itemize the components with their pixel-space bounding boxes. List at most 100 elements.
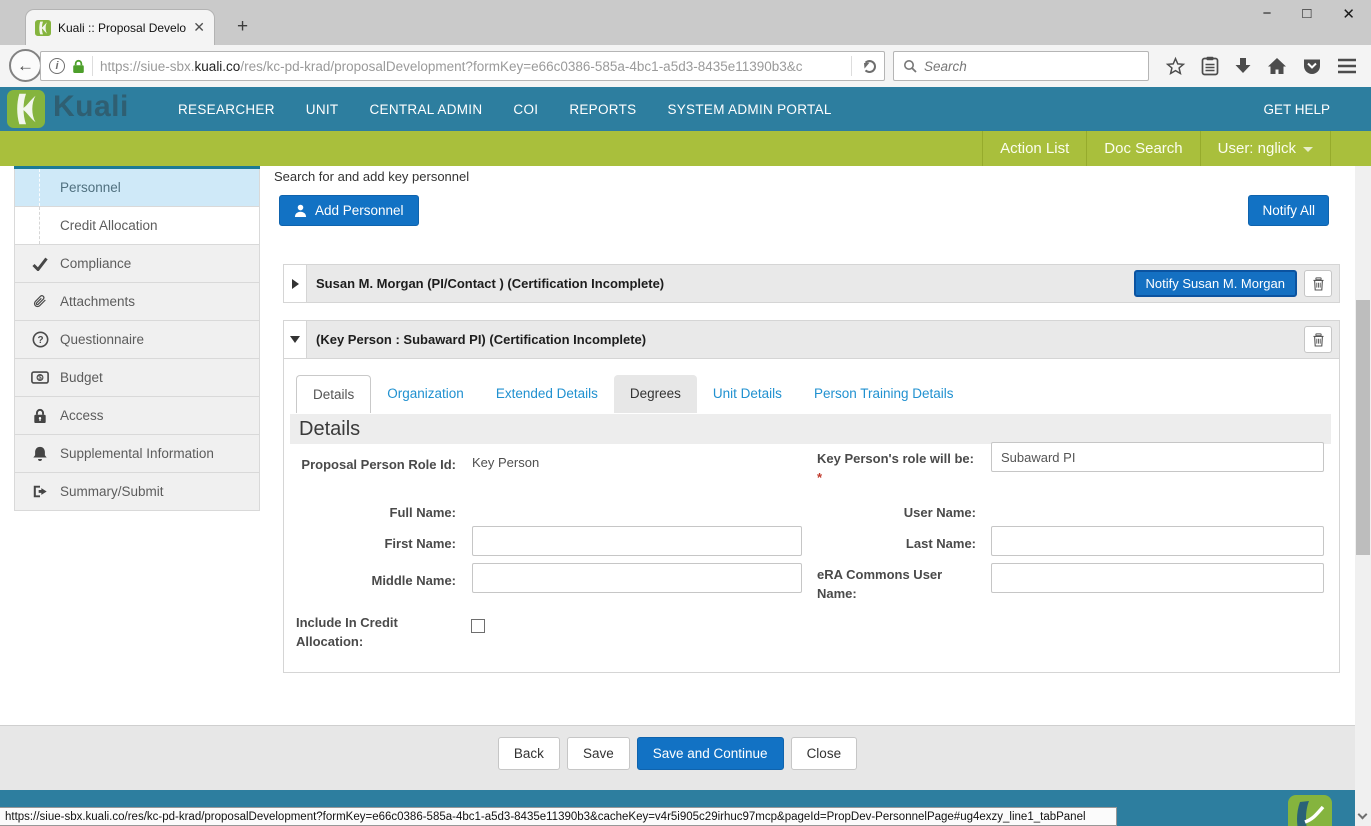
money-icon: $	[31, 371, 49, 384]
notify-person-button[interactable]: Notify Susan M. Morgan	[1134, 270, 1297, 297]
titlebar: Kuali :: Proposal Developme ✕ + − □ ✕	[0, 0, 1371, 45]
info-icon[interactable]: i	[49, 58, 65, 74]
bookmark-star-icon[interactable]	[1165, 56, 1186, 77]
key-person-role-input[interactable]	[991, 442, 1324, 472]
new-tab-button[interactable]: +	[237, 16, 248, 38]
scrollbar-thumb[interactable]	[1356, 300, 1370, 555]
last-name-input[interactable]	[991, 526, 1324, 556]
reload-icon[interactable]	[863, 60, 876, 73]
close-button[interactable]: ✕	[1342, 5, 1355, 23]
back-nav-button[interactable]: ←	[9, 49, 42, 82]
person-row-key-person: (Key Person : Subaward PI) (Certificatio…	[283, 320, 1340, 359]
menu-icon[interactable]	[1337, 58, 1357, 74]
disclosure-triangle-icon	[292, 279, 299, 289]
get-help-link[interactable]: GET HELP	[1263, 87, 1330, 131]
doc-search-link[interactable]: Doc Search	[1086, 131, 1199, 166]
scrollbar-down-arrow[interactable]	[1358, 810, 1368, 820]
app-header: Kuali RESEARCHER UNIT CENTRAL ADMIN COI …	[0, 87, 1371, 131]
sidebar-item-questionnaire[interactable]: ? Questionnaire	[14, 321, 260, 359]
lock-icon	[31, 408, 49, 424]
tab-degrees[interactable]: Degrees	[614, 375, 697, 413]
sidebar-item-access[interactable]: Access	[14, 397, 260, 435]
sidebar-item-compliance[interactable]: Compliance	[14, 245, 260, 283]
action-list-link[interactable]: Action List	[982, 131, 1086, 166]
divider	[92, 56, 93, 76]
field-value-proposal-person-role-id: Key Person	[472, 455, 539, 470]
era-commons-input[interactable]	[991, 563, 1324, 593]
tab-close-icon[interactable]: ✕	[193, 19, 205, 36]
user-menu[interactable]: User: nglick	[1200, 131, 1330, 166]
maximize-button[interactable]: □	[1302, 5, 1311, 23]
person-row-susan-morgan: Susan M. Morgan (PI/Contact ) (Certifica…	[283, 264, 1340, 303]
paperclip-icon	[31, 294, 49, 310]
search-input[interactable]	[924, 59, 1139, 74]
nav-reports[interactable]: REPORTS	[569, 102, 636, 117]
scrollbar[interactable]	[1355, 166, 1371, 826]
sidebar-nav: Personnel Credit Allocation Compliance A…	[14, 166, 260, 511]
clipboard-icon[interactable]	[1201, 56, 1219, 76]
sidebar-item-supplemental-information[interactable]: Supplemental Information	[14, 435, 260, 473]
disclosure-triangle-icon	[290, 336, 300, 343]
add-personnel-button[interactable]: Add Personnel	[279, 195, 419, 226]
url-bar[interactable]: i https://siue-sbx.kuali.co/res/kc-pd-kr…	[40, 51, 885, 81]
field-label-include-in-credit-allocation: Include In Credit Allocation:	[296, 613, 446, 651]
nav-unit[interactable]: UNIT	[306, 102, 339, 117]
toolbar-icons	[1165, 50, 1357, 82]
tab-unit-details[interactable]: Unit Details	[697, 375, 798, 413]
person-title: (Key Person : Subaward PI) (Certificatio…	[316, 332, 646, 347]
tab-organization[interactable]: Organization	[371, 375, 480, 413]
sidebar-item-budget[interactable]: $ Budget	[14, 359, 260, 397]
url-text: https://siue-sbx.kuali.co/res/kc-pd-krad…	[100, 59, 844, 74]
field-label-user-name: User Name:	[817, 503, 976, 522]
first-name-input[interactable]	[472, 526, 802, 556]
trash-icon	[1312, 333, 1325, 347]
app-nav: RESEARCHER UNIT CENTRAL ADMIN COI REPORT…	[178, 87, 832, 131]
close-form-button[interactable]: Close	[791, 737, 858, 770]
pocket-icon[interactable]	[1302, 56, 1322, 76]
include-credit-allocation-checkbox[interactable]	[471, 619, 485, 633]
tab-extended-details[interactable]: Extended Details	[480, 375, 614, 413]
section-title: Details	[290, 414, 1331, 444]
page-instruction: Search for and add key personnel	[274, 169, 469, 184]
collapse-toggle[interactable]	[284, 321, 307, 358]
kuali-logo-icon[interactable]	[7, 90, 45, 133]
search-bar[interactable]	[893, 51, 1149, 81]
svg-text:$: $	[38, 375, 42, 382]
field-label-full-name: Full Name:	[296, 503, 456, 522]
field-label-key-person-role: Key Person's role will be: *	[817, 449, 976, 487]
brand-wordmark: Kuali	[53, 90, 129, 124]
save-and-continue-button[interactable]: Save and Continue	[637, 737, 784, 770]
tab-person-training-details[interactable]: Person Training Details	[798, 375, 970, 413]
nav-system-admin-portal[interactable]: SYSTEM ADMIN PORTAL	[667, 102, 831, 117]
back-button[interactable]: Back	[498, 737, 560, 770]
sidebar-item-credit-allocation[interactable]: Credit Allocation	[14, 207, 260, 245]
browser-tab[interactable]: Kuali :: Proposal Developme ✕	[25, 9, 215, 45]
tab-details[interactable]: Details	[296, 375, 371, 413]
action-footer: Back Save Save and Continue Close	[0, 725, 1355, 790]
minimize-button[interactable]: −	[1263, 5, 1272, 23]
nav-researcher[interactable]: RESEARCHER	[178, 102, 275, 117]
delete-person-button[interactable]	[1304, 270, 1332, 297]
notify-all-button[interactable]: Notify All	[1248, 195, 1329, 226]
middle-name-input[interactable]	[472, 563, 802, 593]
sidebar-item-summary-submit[interactable]: Summary/Submit	[14, 473, 260, 511]
nav-coi[interactable]: COI	[513, 102, 538, 117]
field-label-middle-name: Middle Name:	[296, 571, 456, 590]
nav-central-admin[interactable]: CENTRAL ADMIN	[369, 102, 482, 117]
question-icon: ?	[31, 331, 49, 348]
browser-window: Kuali :: Proposal Developme ✕ + − □ ✕ ← …	[0, 0, 1371, 826]
sidebar-item-personnel[interactable]: Personnel	[14, 169, 260, 207]
download-icon[interactable]	[1234, 57, 1252, 75]
status-bar: https://siue-sbx.kuali.co/res/kc-pd-krad…	[0, 807, 1117, 826]
sidebar-item-attachments[interactable]: Attachments	[14, 283, 260, 321]
divider	[851, 56, 852, 76]
search-icon	[903, 59, 917, 73]
delete-person-button[interactable]	[1304, 326, 1332, 353]
expand-toggle[interactable]	[284, 265, 307, 302]
save-button[interactable]: Save	[567, 737, 630, 770]
divider	[1330, 131, 1371, 166]
lock-ssl-icon[interactable]	[72, 59, 85, 74]
trash-icon	[1312, 277, 1325, 291]
home-icon[interactable]	[1267, 57, 1287, 75]
detail-tabs: Details Organization Extended Details De…	[296, 375, 970, 413]
